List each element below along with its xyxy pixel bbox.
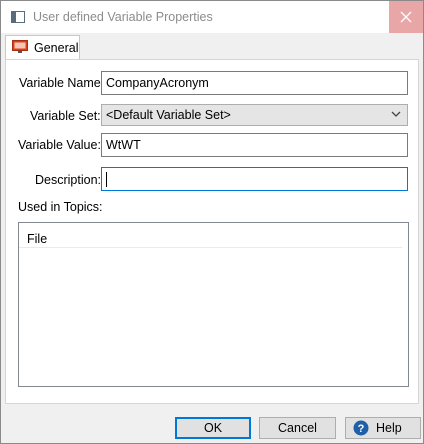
svg-text:?: ? bbox=[358, 423, 365, 435]
column-header-file[interactable]: File bbox=[27, 232, 47, 246]
text-caret bbox=[106, 172, 107, 187]
variable-value-label: Variable Value: bbox=[18, 138, 101, 152]
close-icon bbox=[400, 11, 412, 23]
variable-name-field[interactable]: CompanyAcronym bbox=[101, 71, 408, 95]
variable-value-field[interactable]: WtWT bbox=[101, 133, 408, 157]
dialog-window: User defined Variable Properties General… bbox=[0, 0, 424, 444]
used-in-topics-label: Used in Topics: bbox=[18, 200, 103, 214]
description-field[interactable] bbox=[101, 167, 408, 191]
tab-general[interactable]: General bbox=[5, 35, 80, 60]
button-bar: OK Cancel ? Help bbox=[1, 409, 423, 443]
variable-set-value: <Default Variable Set> bbox=[106, 108, 231, 122]
tab-label: General bbox=[34, 41, 79, 55]
chevron-down-icon bbox=[391, 111, 401, 117]
monitor-icon bbox=[12, 40, 28, 54]
used-in-topics-list[interactable]: File bbox=[18, 222, 409, 387]
ok-button[interactable]: OK bbox=[175, 417, 251, 439]
variable-name-label: Variable Name: bbox=[19, 76, 105, 90]
close-button[interactable] bbox=[389, 1, 423, 33]
variable-set-dropdown[interactable]: <Default Variable Set> bbox=[101, 104, 408, 126]
description-label: Description: bbox=[35, 173, 101, 187]
help-icon: ? bbox=[353, 420, 369, 436]
dialog-icon bbox=[11, 10, 25, 24]
cancel-button[interactable]: Cancel bbox=[259, 417, 336, 439]
help-button[interactable]: ? Help bbox=[345, 417, 421, 439]
window-title: User defined Variable Properties bbox=[33, 10, 213, 24]
help-label: Help bbox=[376, 421, 402, 435]
header-divider bbox=[19, 247, 402, 248]
variable-set-label: Variable Set: bbox=[30, 109, 101, 123]
title-bar[interactable]: User defined Variable Properties bbox=[1, 1, 423, 33]
